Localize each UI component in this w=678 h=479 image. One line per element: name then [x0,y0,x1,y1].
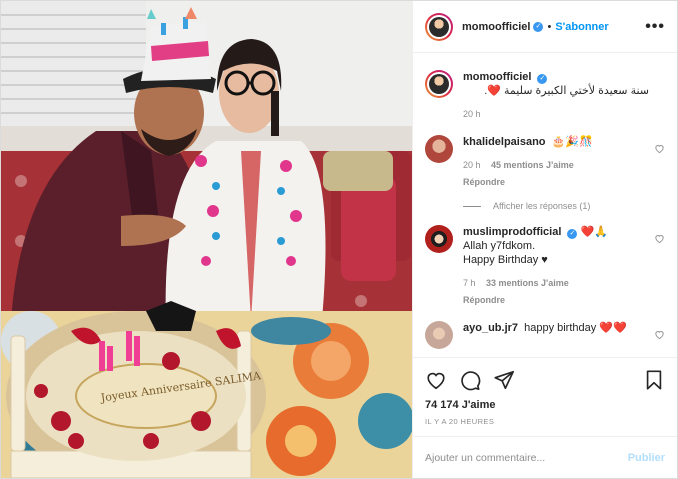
like-comment-heart-icon[interactable] [654,143,665,154]
publish-button[interactable]: Publier [628,452,665,464]
view-replies-button[interactable]: Afficher les réponses (1) [463,201,665,211]
caption: momoofficiel ✓ سنة سعيدة لأختي الكبيرة سل… [425,70,665,121]
comment-emoji: ❤️🙏 [580,226,608,238]
follow-button[interactable]: S'abonner [555,21,608,33]
post-timestamp[interactable]: IL Y A 20 HEURES [425,417,665,426]
share-paper-plane-icon[interactable] [493,369,515,391]
comment-time[interactable]: 7 h [463,278,476,288]
reply-button[interactable]: Répondre [463,293,649,307]
post-actions: 74 174 J'aime IL Y A 20 HEURES [413,357,677,426]
caption-text: سنة سعيدة لأختي الكبيرة سليمة ❤️. [484,85,649,97]
comment-item: ayo_ub.jr7 happy birthday ❤️❤️ [425,321,665,349]
caption-username[interactable]: momoofficiel [463,71,531,83]
like-heart-icon[interactable] [425,369,447,391]
comment-item: muslimprodofficial ✓ ❤️🙏 Allah y7fdkom. H… [425,225,665,307]
comment-username[interactable]: muslimprodofficial [463,226,561,238]
view-replies-label: Afficher les réponses (1) [493,201,591,211]
comment-likes[interactable]: 45 mentions J'aime [491,160,574,170]
comment-username[interactable]: khalidelpaisano [463,136,546,148]
author-username[interactable]: momoofficiel [462,21,530,33]
comment-text: 🎂🎉🎊 [551,136,593,148]
replies-line [463,205,481,207]
comment-text: Allah y7fdkom. [463,240,536,252]
comment-likes[interactable]: 33 mentions J'aime [486,278,569,288]
comment-bubble-icon[interactable] [459,369,481,391]
post-photo[interactable]: Joyeux Anniversaire SALIMA [1,1,412,478]
birthday-photo-illustration: Joyeux Anniversaire SALIMA [1,1,412,478]
post-sidebar: momoofficiel ✓ • S'abonner ••• momooffic… [412,1,677,478]
comment-time[interactable]: 20 h [463,160,481,170]
verified-badge-icon: ✓ [537,74,548,84]
caption-time[interactable]: 20 h [463,109,481,119]
save-bookmark-icon[interactable] [643,369,665,391]
comment-text: Happy Birthday ♥ [463,254,548,266]
comment-username[interactable]: ayo_ub.jr7 [463,322,518,334]
separator-dot: • [547,20,552,33]
commenter-avatar[interactable] [425,321,453,349]
add-comment-bar: Publier [413,436,677,478]
commenter-avatar[interactable] [425,135,453,163]
like-comment-heart-icon[interactable] [654,233,665,244]
comments-list[interactable]: momoofficiel ✓ سنة سعيدة لأختي الكبيرة سل… [413,54,677,357]
reply-button[interactable]: Répondre [463,175,649,189]
commenter-avatar[interactable] [425,225,453,253]
post-header: momoofficiel ✓ • S'abonner ••• [413,1,677,53]
verified-badge-icon: ✓ [567,229,578,239]
caption-avatar[interactable] [425,70,453,98]
comment-item: khalidelpaisano 🎂🎉🎊 20 h 45 mentions J'a… [425,135,665,189]
like-comment-heart-icon[interactable] [654,329,665,340]
comment-input[interactable] [425,451,628,464]
more-options-icon[interactable]: ••• [645,18,665,36]
instagram-post-window: Joyeux Anniversaire SALIMA momoofficiel … [0,0,678,479]
author-avatar[interactable] [425,12,453,41]
comment-text: happy birthday ❤️❤️ [524,322,627,334]
likes-count[interactable]: 74 174 J'aime [425,399,665,411]
verified-badge-icon: ✓ [533,21,544,32]
